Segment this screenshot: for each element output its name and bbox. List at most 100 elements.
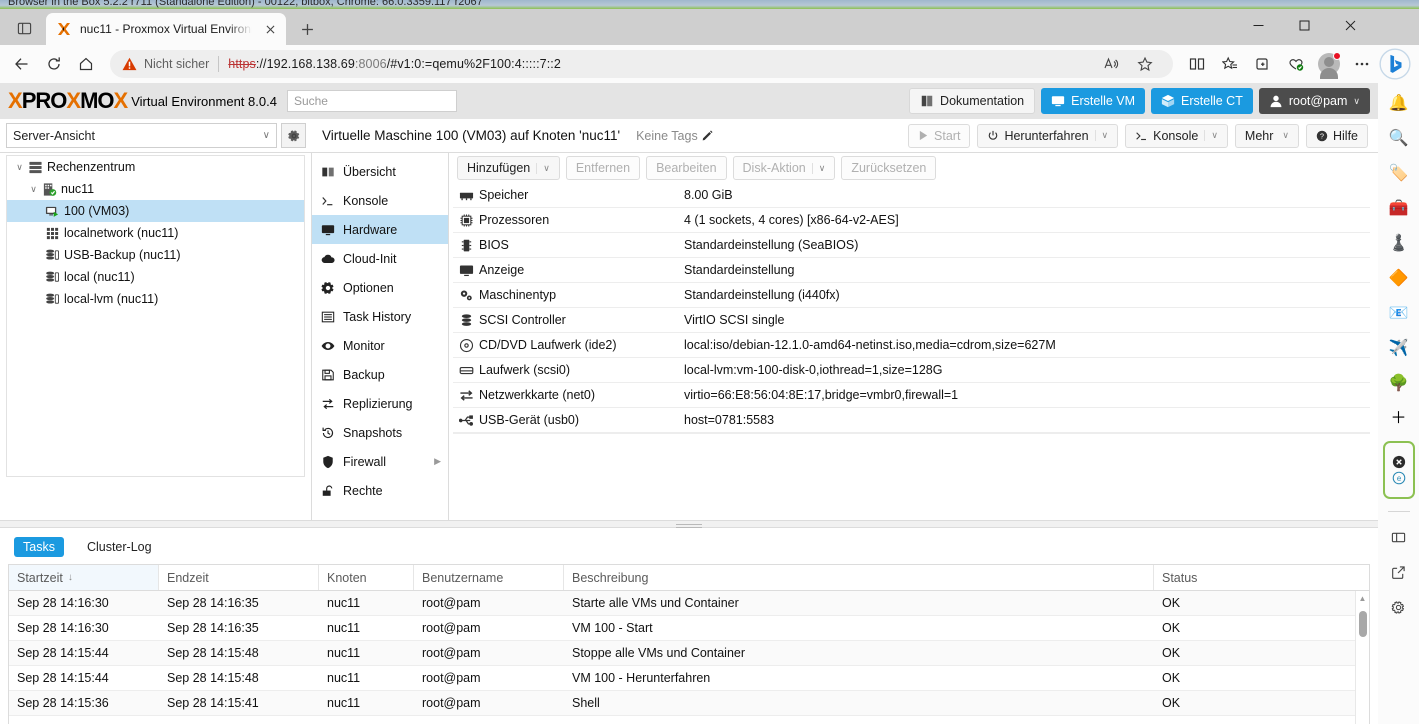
nav-item-konsole[interactable]: Konsole — [312, 186, 448, 215]
nav-item-monitor[interactable]: Monitor — [312, 331, 448, 360]
table-row[interactable]: Netzwerkkarte (net0) virtio=66:E8:56:04:… — [453, 383, 1370, 408]
table-row[interactable]: Prozessoren 4 (1 sockets, 4 cores) [x86-… — [453, 208, 1370, 233]
reload-icon[interactable] — [38, 49, 70, 79]
nav-item-hardware[interactable]: Hardware — [312, 215, 448, 244]
tree-item-node-nuc11[interactable]: ∨ nuc11 — [7, 178, 304, 200]
games-icon[interactable]: ♟️ — [1385, 231, 1413, 257]
favorites-icon[interactable] — [1214, 49, 1246, 79]
tree-item-local[interactable]: local (nuc11) — [7, 266, 304, 288]
nav-item-optionen[interactable]: Optionen — [312, 273, 448, 302]
table-row[interactable]: Sep 28 14:16:30 Sep 28 14:16:35 nuc11 ro… — [9, 616, 1369, 641]
table-row[interactable]: Sep 28 14:15:36 Sep 28 14:15:41 nuc11 ro… — [9, 691, 1369, 716]
tools-icon[interactable]: 🧰 — [1385, 196, 1413, 222]
table-row[interactable]: BIOS Standardeinstellung (SeaBIOS) — [453, 233, 1370, 258]
search-input[interactable]: Suche — [286, 90, 457, 112]
nav-item-replizierung[interactable]: Replizierung — [312, 389, 448, 418]
read-aloud-icon[interactable] — [1095, 53, 1127, 75]
user-menu-button[interactable]: root@pam ∨ — [1258, 88, 1370, 114]
new-tab-button[interactable] — [294, 17, 320, 41]
column-header-benutzername[interactable]: Benutzername — [414, 565, 564, 590]
disk-action-button[interactable]: Disk-Aktion ∨ — [732, 156, 836, 180]
search-icon[interactable]: 🔍 — [1385, 126, 1413, 152]
window-maximize-button[interactable] — [1281, 9, 1327, 41]
nav-item-rechte[interactable]: Rechte — [312, 476, 448, 505]
table-row[interactable]: Speicher 8.00 GiB — [453, 183, 1370, 208]
chevron-down-icon[interactable]: ∨ — [811, 162, 825, 174]
tab-cluster-log[interactable]: Cluster-Log — [78, 537, 161, 557]
window-minimize-button[interactable] — [1235, 9, 1281, 41]
tab-tasks[interactable]: Tasks — [14, 536, 64, 557]
chevron-down-icon[interactable]: ∨ — [1094, 130, 1108, 141]
address-bar[interactable]: Nicht sicher https://192.168.138.69:8006… — [110, 50, 1173, 78]
console-button[interactable]: Konsole ∨ — [1125, 123, 1228, 148]
nav-item-snapshots[interactable]: Snapshots — [312, 418, 448, 447]
table-row[interactable]: CD/DVD Laufwerk (ide2) local:iso/debian-… — [453, 333, 1370, 358]
back-arrow-icon[interactable] — [6, 49, 38, 79]
settings-more-icon[interactable] — [1346, 49, 1378, 79]
tab-list-icon[interactable] — [10, 17, 38, 39]
table-row[interactable]: Sep 28 14:15:44 Sep 28 14:15:48 nuc11 ro… — [9, 666, 1369, 691]
proxmox-logo[interactable]: X PRO X MO X — [8, 88, 128, 114]
table-row[interactable]: USB-Gerät (usb0) host=0781:5583 — [453, 408, 1370, 433]
shutdown-button[interactable]: Herunterfahren ∨ — [977, 123, 1119, 148]
table-row[interactable]: Maschinentyp Standardeinstellung (i440fx… — [453, 283, 1370, 308]
table-row[interactable]: SCSI Controller VirtIO SCSI single — [453, 308, 1370, 333]
notifications-icon[interactable]: 🔔 — [1385, 91, 1413, 117]
split-pane-icon[interactable] — [1385, 524, 1413, 550]
outlook-icon[interactable]: 📧 — [1385, 301, 1413, 327]
browser-essentials-icon[interactable] — [1280, 49, 1312, 79]
help-button[interactable]: ? Hilfe — [1305, 123, 1368, 148]
close-icon[interactable] — [260, 19, 280, 39]
tree-item-local-lvm[interactable]: local-lvm (nuc11) — [7, 288, 304, 310]
edge-sidebar-selected-app[interactable]: e — [1382, 441, 1415, 499]
open-external-icon[interactable] — [1385, 559, 1413, 585]
chevron-down-icon[interactable]: ∨ — [27, 184, 40, 195]
tree-icon[interactable]: 🌳 — [1385, 371, 1413, 397]
collections-icon[interactable] — [1247, 49, 1279, 79]
tree-item-datacenter[interactable]: ∨ Rechenzentrum — [7, 156, 304, 178]
chevron-down-icon[interactable]: ∨ — [536, 162, 550, 174]
table-row[interactable]: Anzeige Standardeinstellung — [453, 258, 1370, 283]
tree-item-localnetwork[interactable]: localnetwork (nuc11) — [7, 222, 304, 244]
tasks-grid-scrollbar[interactable]: ▲ ▼ — [1355, 591, 1369, 724]
shopping-tag-icon[interactable]: 🏷️ — [1385, 161, 1413, 187]
table-row[interactable]: Laufwerk (scsi0) local-lvm:vm-100-disk-0… — [453, 358, 1370, 383]
browser-tab[interactable]: nuc11 - Proxmox Virtual Environme — [46, 13, 286, 45]
column-header-startzeit[interactable]: Startzeit ↓ — [9, 565, 159, 590]
scroll-up-arrow-icon[interactable]: ▲ — [1356, 591, 1369, 605]
chevron-down-icon[interactable]: ∨ — [13, 162, 26, 173]
create-ct-button[interactable]: Erstelle CT — [1151, 88, 1253, 114]
split-screen-icon[interactable] — [1181, 49, 1213, 79]
start-button[interactable]: Start — [908, 123, 971, 148]
pencil-icon[interactable] — [702, 130, 713, 141]
nav-item-task-history[interactable]: Task History — [312, 302, 448, 331]
nav-item-backup[interactable]: Backup — [312, 360, 448, 389]
documentation-button[interactable]: Dokumentation — [909, 88, 1036, 114]
home-icon[interactable] — [70, 49, 102, 79]
more-button[interactable]: Mehr ∨ — [1234, 123, 1299, 148]
telegram-icon[interactable]: ✈️ — [1385, 336, 1413, 362]
tags-area[interactable]: Keine Tags — [636, 129, 713, 143]
add-app-icon[interactable]: ＋ — [1385, 406, 1413, 432]
nav-item-firewall[interactable]: Firewall ▶ — [312, 447, 448, 476]
bing-copilot-icon[interactable] — [1379, 48, 1411, 80]
window-close-button[interactable] — [1327, 9, 1373, 41]
view-selector[interactable]: Server-Ansicht ∨ — [6, 123, 277, 148]
column-header-knoten[interactable]: Knoten — [319, 565, 414, 590]
column-header-beschreibung[interactable]: Beschreibung — [564, 565, 1154, 590]
column-header-status[interactable]: Status — [1154, 565, 1344, 590]
tree-item-vm-100[interactable]: 100 (VM03) — [7, 200, 304, 222]
gear-icon[interactable] — [281, 123, 306, 148]
edit-button[interactable]: Bearbeiten — [646, 156, 727, 180]
column-header-endzeit[interactable]: Endzeit — [159, 565, 319, 590]
nav-item-uebersicht[interactable]: Übersicht — [312, 157, 448, 186]
revert-button[interactable]: Zurücksetzen — [841, 156, 937, 180]
add-button[interactable]: Hinzufügen ∨ — [457, 156, 560, 180]
table-row[interactable]: Sep 28 14:15:44 Sep 28 14:15:48 nuc11 ro… — [9, 641, 1369, 666]
chevron-down-icon[interactable]: ∨ — [1204, 130, 1218, 141]
table-row[interactable]: Sep 28 14:16:30 Sep 28 14:16:35 nuc11 ro… — [9, 591, 1369, 616]
scrollbar-thumb[interactable] — [1359, 611, 1367, 637]
office-icon[interactable]: 🔶 — [1385, 266, 1413, 292]
panel-splitter[interactable] — [0, 520, 1378, 528]
nav-item-cloud-init[interactable]: Cloud-Init — [312, 244, 448, 273]
